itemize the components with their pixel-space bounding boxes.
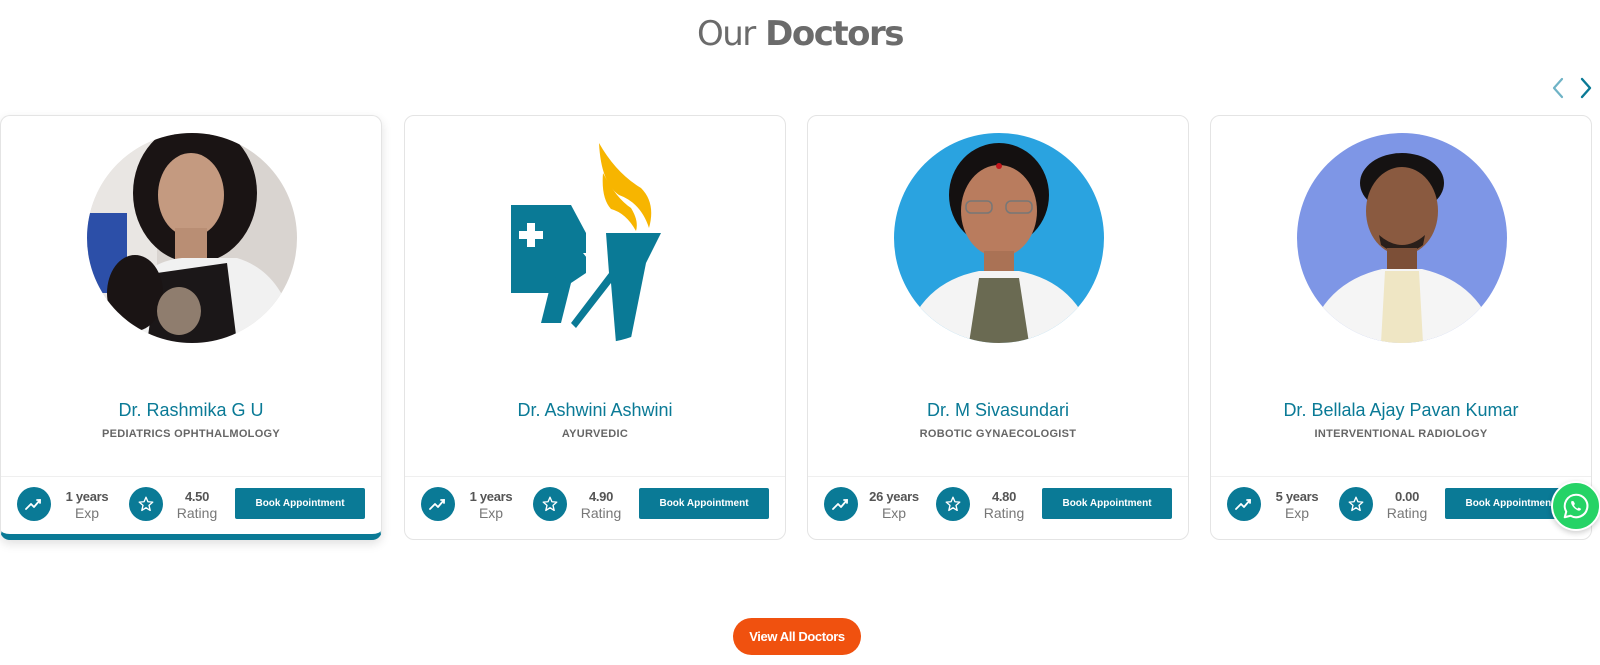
doctors-carousel: Dr. Rashmika G U PEDIATRICS OPHTHALMOLOG… [0, 115, 1600, 541]
card-footer: 26 years Exp 4.80 Rating Book Appointmen… [808, 476, 1188, 534]
rating-stat: 4.90 Rating [573, 489, 629, 521]
section-title-bold: Doctors [765, 14, 904, 54]
doctor-card[interactable]: Dr. Ashwini Ashwini AYURVEDIC 1 years Ex… [404, 115, 786, 540]
rating-stat: 0.00 Rating [1379, 489, 1435, 521]
rating-stat: 4.50 Rating [169, 489, 225, 521]
rating-value: 4.80 [991, 489, 1017, 504]
rating-label: Rating [176, 505, 218, 521]
doctor-card[interactable]: Dr. Rashmika G U PEDIATRICS OPHTHALMOLOG… [0, 115, 382, 540]
rating-label: Rating [1386, 505, 1428, 521]
experience-value: 26 years [869, 489, 919, 504]
star-icon [1339, 487, 1373, 521]
book-appointment-button[interactable]: Book Appointment [639, 488, 769, 519]
doctor-photo [894, 133, 1104, 343]
rating-label: Rating [580, 505, 622, 521]
doctor-name[interactable]: Dr. Ashwini Ashwini [405, 400, 785, 421]
rating-value: 0.00 [1394, 489, 1420, 504]
experience-stat: 1 years Exp [57, 489, 117, 521]
experience-label: Exp [1284, 505, 1310, 521]
doctor-card[interactable]: Dr. Bellala Ajay Pavan Kumar INTERVENTIO… [1210, 115, 1592, 540]
book-appointment-button[interactable]: Book Appointment [235, 488, 365, 519]
card-footer: 1 years Exp 4.90 Rating Book Appointment [405, 476, 785, 534]
experience-value: 5 years [1275, 489, 1319, 504]
experience-label: Exp [74, 505, 100, 521]
chevron-right-icon [1580, 77, 1592, 99]
view-all-doctors-button[interactable]: View All Doctors [733, 618, 861, 655]
experience-icon [17, 487, 51, 521]
star-icon [129, 487, 163, 521]
doctor-specialty: ROBOTIC GYNAECOLOGIST [919, 428, 1077, 440]
hospital-logo [491, 133, 701, 343]
chevron-left-icon [1552, 77, 1564, 99]
carousel-prev-button[interactable] [1546, 76, 1570, 100]
book-appointment-button[interactable]: Book Appointment [1042, 488, 1172, 519]
doctor-photo [1297, 133, 1507, 343]
doctor-specialty: PEDIATRICS OPHTHALMOLOGY [101, 428, 281, 440]
doctor-name[interactable]: Dr. Rashmika G U [1, 400, 381, 421]
experience-icon [824, 487, 858, 521]
experience-label: Exp [478, 505, 504, 521]
doctor-card[interactable]: Dr. M Sivasundari ROBOTIC GYNAECOLOGIST … [807, 115, 1189, 540]
doctor-name[interactable]: Dr. Bellala Ajay Pavan Kumar [1211, 400, 1591, 421]
experience-value: 1 years [65, 489, 109, 504]
rating-stat: 4.80 Rating [976, 489, 1032, 521]
rating-value: 4.90 [588, 489, 614, 504]
doctor-photo [87, 133, 297, 343]
experience-icon [1227, 487, 1261, 521]
card-footer: 5 years Exp 0.00 Rating Book Appointment [1211, 476, 1591, 534]
experience-stat: 1 years Exp [461, 489, 521, 521]
card-footer: 1 years Exp 4.50 Rating Book Appointment [1, 476, 381, 534]
rating-value: 4.50 [184, 489, 210, 504]
experience-value: 1 years [469, 489, 513, 504]
star-icon [533, 487, 567, 521]
whatsapp-icon [1563, 493, 1589, 519]
star-icon [936, 487, 970, 521]
rating-label: Rating [983, 505, 1025, 521]
experience-icon [421, 487, 455, 521]
doctor-specialty: INTERVENTIONAL RADIOLOGY [1314, 428, 1488, 440]
section-title: Our Doctors [0, 14, 1600, 54]
experience-stat: 5 years Exp [1267, 489, 1327, 521]
doctor-specialty: AYURVEDIC [561, 428, 629, 440]
carousel-next-button[interactable] [1574, 76, 1598, 100]
section-title-light: Our [697, 14, 756, 54]
doctor-name[interactable]: Dr. M Sivasundari [808, 400, 1188, 421]
experience-label: Exp [881, 505, 907, 521]
whatsapp-button[interactable] [1551, 481, 1600, 531]
experience-stat: 26 years Exp [864, 489, 924, 521]
